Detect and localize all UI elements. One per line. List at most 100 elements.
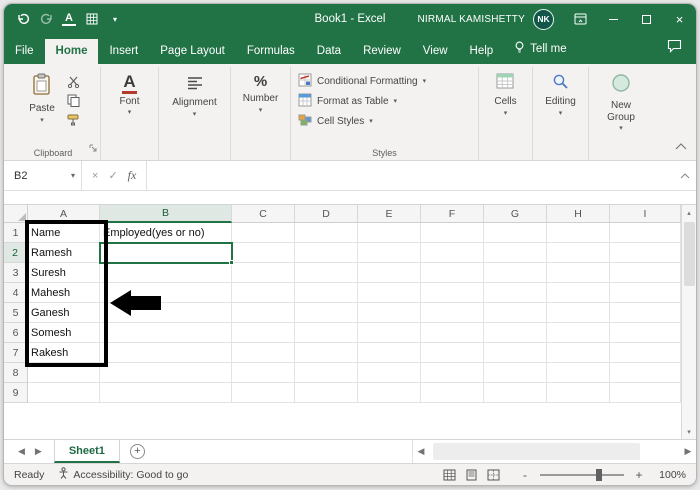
font-button[interactable]: A Font ▾ <box>114 69 144 117</box>
vertical-scrollbar[interactable]: ▴ ▾ <box>681 205 696 439</box>
next-sheet-icon[interactable]: ▶ <box>35 446 42 457</box>
cell-D3[interactable] <box>295 263 358 283</box>
cell-C1[interactable] <box>232 223 295 243</box>
cell-F6[interactable] <box>421 323 484 343</box>
format-painter-icon[interactable] <box>65 112 82 127</box>
cell-B9[interactable] <box>100 383 232 403</box>
tab-insert[interactable]: Insert <box>98 39 149 64</box>
cell-D1[interactable] <box>295 223 358 243</box>
cell-E2[interactable] <box>358 243 421 263</box>
cell-A7[interactable]: Rakesh <box>28 343 100 363</box>
cell-D5[interactable] <box>295 303 358 323</box>
scroll-up-icon[interactable]: ▴ <box>682 205 697 220</box>
tab-file[interactable]: File <box>4 39 45 64</box>
cell-C7[interactable] <box>232 343 295 363</box>
column-header-I[interactable]: I <box>610 205 681 223</box>
conditional-formatting-button[interactable]: Conditional Formatting ▾ <box>298 73 426 90</box>
insert-function-icon[interactable]: fx <box>128 168 137 183</box>
redo-icon[interactable] <box>39 11 53 27</box>
cells-button[interactable]: Cells ▾ <box>489 69 521 117</box>
cell-B1[interactable]: Employed(yes or no) <box>100 223 232 243</box>
cell-C3[interactable] <box>232 263 295 283</box>
column-header-F[interactable]: F <box>421 205 484 223</box>
prev-sheet-icon[interactable]: ◀ <box>18 446 25 457</box>
horizontal-scroll-track[interactable] <box>429 440 680 463</box>
cell-A5[interactable]: Ganesh <box>28 303 100 323</box>
cell-A4[interactable]: Mahesh <box>28 283 100 303</box>
copy-icon[interactable] <box>65 93 82 108</box>
cell-A9[interactable] <box>28 383 100 403</box>
ribbon-display-options-icon[interactable] <box>564 4 597 34</box>
cell-C8[interactable] <box>232 363 295 383</box>
row-header-3[interactable]: 3 <box>4 263 28 283</box>
row-header-7[interactable]: 7 <box>4 343 28 363</box>
cell-D8[interactable] <box>295 363 358 383</box>
row-header-2[interactable]: 2 <box>4 243 28 263</box>
column-header-E[interactable]: E <box>358 205 421 223</box>
new-group-button[interactable]: New Group ▾ <box>596 69 646 132</box>
comments-icon[interactable] <box>667 39 682 58</box>
horizontal-scrollbar[interactable]: ◀ ▶ <box>412 440 696 463</box>
cell-H2[interactable] <box>547 243 610 263</box>
cell-H9[interactable] <box>547 383 610 403</box>
maximize-button[interactable] <box>630 4 663 34</box>
cell-F8[interactable] <box>421 363 484 383</box>
cell-G5[interactable] <box>484 303 547 323</box>
format-as-table-button[interactable]: Format as Table ▾ <box>298 93 397 110</box>
cell-F7[interactable] <box>421 343 484 363</box>
cell-G4[interactable] <box>484 283 547 303</box>
cell-E7[interactable] <box>358 343 421 363</box>
row-header-6[interactable]: 6 <box>4 323 28 343</box>
new-sheet-button[interactable]: + <box>129 444 145 459</box>
cell-F5[interactable] <box>421 303 484 323</box>
zoom-slider[interactable] <box>540 468 624 481</box>
cell-E9[interactable] <box>358 383 421 403</box>
cell-G6[interactable] <box>484 323 547 343</box>
cell-A8[interactable] <box>28 363 100 383</box>
cell-H6[interactable] <box>547 323 610 343</box>
cell-G1[interactable] <box>484 223 547 243</box>
cell-I2[interactable] <box>610 243 681 263</box>
cell-H7[interactable] <box>547 343 610 363</box>
editing-button[interactable]: Editing ▾ <box>540 69 581 117</box>
cell-F4[interactable] <box>421 283 484 303</box>
cell-A2[interactable]: Ramesh <box>28 243 100 263</box>
tab-data[interactable]: Data <box>306 39 352 64</box>
normal-view-icon[interactable] <box>440 467 458 483</box>
cell-C9[interactable] <box>232 383 295 403</box>
cell-E6[interactable] <box>358 323 421 343</box>
column-header-D[interactable]: D <box>295 205 358 223</box>
cell-F2[interactable] <box>421 243 484 263</box>
cell-I8[interactable] <box>610 363 681 383</box>
underline-icon[interactable]: A <box>62 12 76 26</box>
cell-G8[interactable] <box>484 363 547 383</box>
page-break-view-icon[interactable] <box>484 467 502 483</box>
cell-I3[interactable] <box>610 263 681 283</box>
cell-H5[interactable] <box>547 303 610 323</box>
cell-H1[interactable] <box>547 223 610 243</box>
enter-icon[interactable]: ✓ <box>108 169 117 182</box>
scroll-left-icon[interactable]: ◀ <box>413 446 429 457</box>
scroll-right-icon[interactable]: ▶ <box>680 446 696 457</box>
page-layout-view-icon[interactable] <box>462 467 480 483</box>
row-header-4[interactable]: 4 <box>4 283 28 303</box>
paste-button[interactable]: Paste ▾ <box>24 69 60 127</box>
formula-input[interactable] <box>147 161 674 190</box>
cell-D9[interactable] <box>295 383 358 403</box>
qat-customize-caret-icon[interactable]: ▾ <box>108 11 122 27</box>
cell-B2[interactable] <box>100 243 232 263</box>
cell-G2[interactable] <box>484 243 547 263</box>
cell-E1[interactable] <box>358 223 421 243</box>
name-box[interactable]: B2 ▾ <box>4 161 82 190</box>
column-header-B[interactable]: B <box>100 205 232 223</box>
cell-F3[interactable] <box>421 263 484 283</box>
cell-G7[interactable] <box>484 343 547 363</box>
zoom-out-icon[interactable]: - <box>520 468 530 482</box>
column-header-C[interactable]: C <box>232 205 295 223</box>
table-icon[interactable] <box>85 11 99 27</box>
cell-A3[interactable]: Suresh <box>28 263 100 283</box>
collapse-ribbon-icon[interactable] <box>675 137 687 155</box>
cell-D6[interactable] <box>295 323 358 343</box>
column-header-A[interactable]: A <box>28 205 100 223</box>
cell-A1[interactable]: Name <box>28 223 100 243</box>
